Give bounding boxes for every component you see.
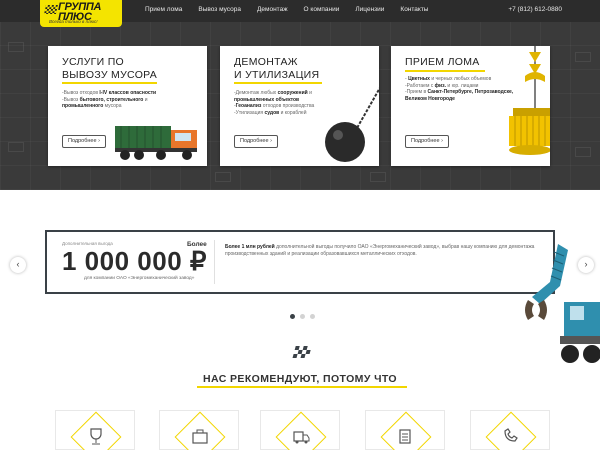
magnet-crane-icon [509, 46, 550, 155]
card-list: -Демонтаж любых сооружений и промышленны… [234, 90, 314, 116]
slide-label-bottom: для компании ОАО «Энергомеханический зав… [84, 276, 195, 281]
title-underline [234, 82, 322, 84]
delivery-box-icon [293, 431, 310, 444]
logo[interactable]: ГРУППА ПЛЮС Всегда только в плюс! [40, 0, 122, 27]
factory-pattern-icon [575, 52, 591, 62]
service-card-scrap: ПРИЕМ ЛОМА - Цветных и черных любых объе… [391, 46, 550, 166]
list-item: промышленного мусора [62, 103, 122, 110]
feature-card [260, 410, 340, 450]
promo-slider: ‹ › Дополнительная выгода Более 1 000 00… [0, 190, 600, 363]
feature-card [365, 410, 445, 450]
trophy-icon [90, 428, 102, 445]
feature-card [159, 410, 239, 450]
nav-item-waste[interactable]: Вывоз мусора [190, 0, 249, 22]
slider-dot[interactable] [310, 314, 315, 319]
slide-description: Более 1 млн рублей дополнительной выгоды… [225, 244, 535, 257]
card-title-line1: УСЛУГИ ПО [62, 56, 125, 68]
nav-item-contacts[interactable]: Контакты [392, 0, 436, 22]
factory-pattern-icon [575, 147, 591, 157]
slider-dot[interactable] [290, 314, 295, 319]
nav-item-demolition[interactable]: Демонтаж [249, 0, 296, 22]
list-item: -Утилизация судов и кораблей [234, 109, 307, 116]
card-title-line1: ДЕМОНТАЖ [234, 56, 298, 68]
checkered-flag-icon [44, 5, 58, 14]
list-item: -Вывоз отходов I-IV классов опасности [62, 90, 157, 96]
title-underline [197, 386, 407, 388]
card-title: УСЛУГИ ПО ВЫВОЗУ МУСОРА [62, 56, 157, 82]
dump-truck-icon [115, 126, 197, 160]
chevron-right-icon: › [270, 138, 272, 144]
feature-card [55, 410, 135, 450]
more-button[interactable]: Подробнее › [405, 135, 449, 148]
title-underline [62, 82, 157, 84]
card-list: - Цветных и черных любых объемов -Работа… [405, 76, 513, 102]
briefcase-icon [192, 429, 208, 444]
list-item: - Цветных и черных любых объемов [405, 76, 492, 82]
title-underline [405, 70, 485, 72]
header-phone[interactable]: +7 (812) 612-0880 [508, 0, 562, 19]
card-title: ДЕМОНТАЖ И УТИЛИЗАЦИЯ [234, 56, 319, 82]
section-title: НАС РЕКОМЕНДУЮТ, ПОТОМУ ЧТО [203, 373, 397, 385]
truck-pattern-icon [8, 42, 24, 52]
excavator-icon [525, 244, 600, 363]
logo-slogan: Всегда только в плюс! [49, 19, 98, 24]
list-item: -Геоанализ отходов производства [234, 103, 315, 110]
slide: Дополнительная выгода Более 1 000 000 ₽ … [45, 230, 555, 294]
slide-big-number: 1 000 000 ₽ [62, 246, 207, 276]
service-card-waste: УСЛУГИ ПО ВЫВОЗУ МУСОРА -Вывоз отходов I… [48, 46, 207, 166]
slider-dot[interactable] [300, 314, 305, 319]
slider-prev-button[interactable]: ‹ [10, 257, 26, 273]
card-title-line2: И УТИЛИЗАЦИЯ [234, 69, 320, 81]
service-card-demolition: ДЕМОНТАЖ И УТИЛИЗАЦИЯ -Демонтаж любых со… [220, 46, 379, 166]
wrecking-ball-icon [325, 87, 379, 162]
factory-pattern-icon [370, 172, 386, 182]
feature-card [470, 410, 550, 450]
list-item: Великом Новгороде [405, 95, 455, 102]
list-item: промышленных объектов [234, 96, 300, 103]
truck-pattern-icon [8, 142, 24, 152]
card-title-line2: ВЫВОЗУ МУСОРА [62, 69, 158, 81]
slider-dots [290, 314, 315, 319]
phone-chat-icon [504, 428, 518, 442]
card-title: ПРИЕМ ЛОМА [405, 56, 480, 69]
nav-item-scrap[interactable]: Прием лома [137, 0, 190, 22]
documents-icon [399, 429, 411, 444]
divider [214, 240, 215, 284]
nav-item-about[interactable]: О компании [296, 0, 348, 22]
nav-item-licenses[interactable]: Лицензии [347, 0, 392, 22]
card-title-line1: ПРИЕМ ЛОМА [405, 56, 480, 68]
chevron-left-icon: ‹ [16, 259, 20, 269]
chevron-right-icon: › [441, 138, 443, 144]
checkered-flag-icon [292, 346, 311, 358]
truck-pattern-icon [215, 172, 231, 182]
more-button[interactable]: Подробнее › [234, 135, 278, 148]
more-button[interactable]: Подробнее › [62, 135, 106, 148]
list-item: -Вывоз бытового, строительного и [62, 96, 148, 103]
hero-section: УСЛУГИ ПО ВЫВОЗУ МУСОРА -Вывоз отходов I… [0, 22, 600, 190]
list-item: -Прием в Санкт-Петербурге, Петрозаводске… [405, 89, 514, 96]
chevron-right-icon: › [98, 138, 100, 144]
card-list: -Вывоз отходов I-IV классов опасности -В… [62, 90, 156, 110]
main-nav: Прием лома Вывоз мусора Демонтаж О компа… [137, 0, 436, 22]
list-item: -Демонтаж любых сооружений и [234, 90, 312, 96]
page: Прием лома Вывоз мусора Демонтаж О компа… [0, 0, 600, 450]
